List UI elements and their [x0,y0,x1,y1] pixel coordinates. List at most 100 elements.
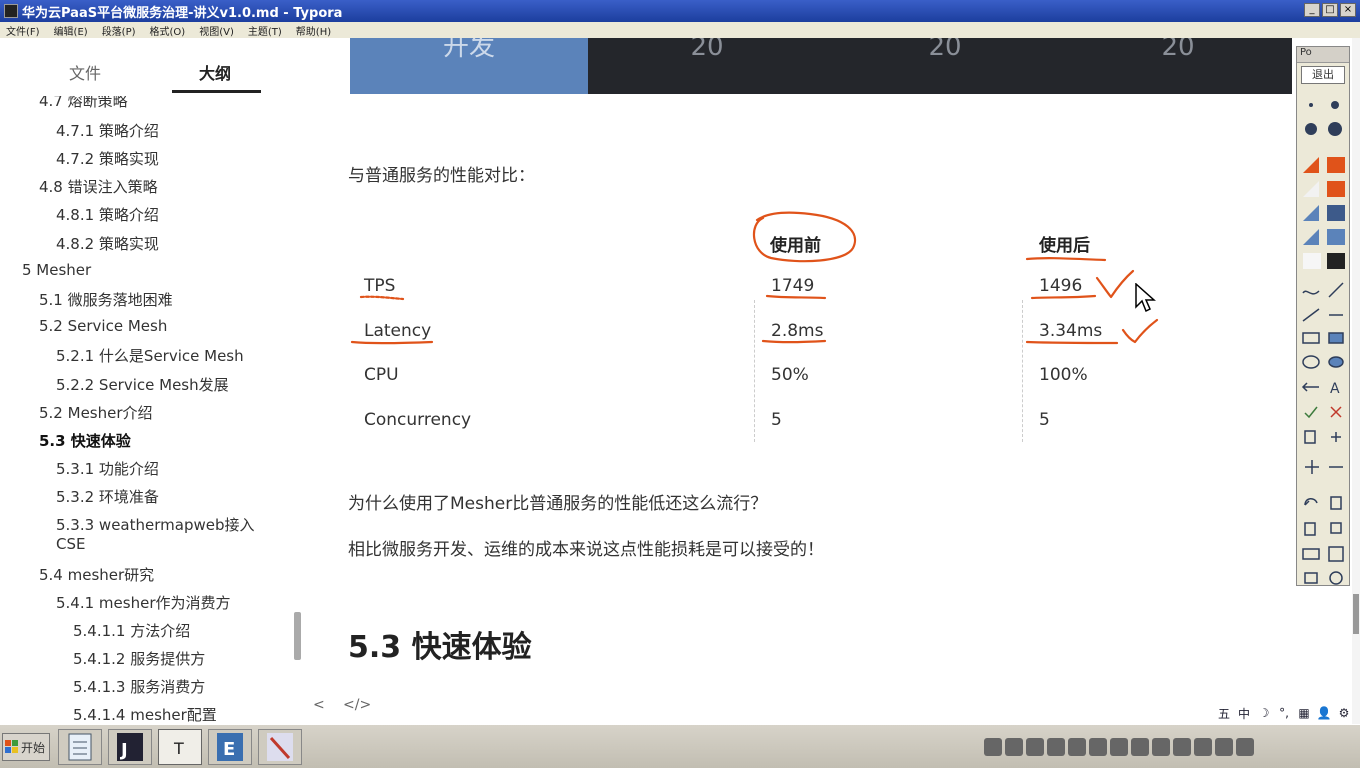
cell-concurrency-before: 5 [771,410,782,430]
menu-bar: 文件(F) 编辑(E) 段落(P) 格式(O) 视图(V) 主题(T) 帮助(H… [0,22,1360,38]
ime-mode-icon[interactable]: 五 [1216,705,1232,722]
check-tool-icon [1304,406,1318,419]
outline-item[interactable]: 4.8 错误注入策略 [39,176,158,197]
outline-item-continued[interactable]: CSE [56,535,85,553]
outline-item[interactable]: 4.7 熔断策略 [39,96,128,111]
cell-cpu-before: 50% [771,365,809,385]
close-button[interactable]: × [1340,3,1356,17]
ime-user-icon[interactable]: 👤 [1316,706,1332,720]
menu-file[interactable]: 文件(F) [6,23,40,38]
outline-item[interactable]: 4.7.2 策略实现 [56,148,159,169]
outline-item-active[interactable]: 5.3 快速体验 [39,430,131,451]
answer-text: 相比微服务开发、运维的成本来说这点性能损耗是可以接受的！ [348,540,824,560]
e-app-icon: E [217,733,243,761]
maximize-button[interactable]: □ [1322,3,1338,17]
taskbar-app-e[interactable]: E [208,729,252,765]
ime-punct-icon[interactable]: °, [1276,706,1292,720]
content-scrollbar[interactable] [1352,38,1360,724]
content-scrollbar-thumb[interactable] [1353,594,1359,634]
taskbar-app-typora[interactable]: T [158,729,202,765]
tray-app-icon[interactable] [1215,738,1233,756]
outline-item[interactable]: 5.4.1 mesher作为消费方 [56,592,231,613]
tray-app-icon[interactable] [1026,738,1044,756]
svg-text:T: T [173,739,184,758]
tray-app-icon[interactable] [1047,738,1065,756]
outline-item[interactable]: 4.8.1 策略介绍 [56,204,159,225]
outline-item[interactable]: 5.4.1.2 服务提供方 [73,648,205,669]
menu-theme[interactable]: 主题(T) [248,23,282,38]
outline-item[interactable]: 5.3.3 weathermapweb接入 [56,514,255,535]
outline-item[interactable]: 4.8.2 策略实现 [56,233,159,254]
outline-item[interactable]: 5.3.1 功能介绍 [56,458,159,479]
cell-latency-after: 3.34ms [1039,321,1103,341]
underline-tps-before [765,294,827,300]
tray-app-icon[interactable] [1173,738,1191,756]
outline-item[interactable]: 5.4.1.1 方法介绍 [73,620,190,641]
menu-format[interactable]: 格式(O) [150,23,186,38]
outline-item[interactable]: 5.1 微服务落地困难 [39,289,173,310]
back-button[interactable]: < [313,697,325,713]
tray-app-icon[interactable] [1089,738,1107,756]
pen-tool-palette: Po 退出 A [1296,46,1350,586]
underline-latency [350,340,434,345]
taskbar: 开始 J T E [0,724,1360,768]
outline-item[interactable]: 5.2 Service Mesh [39,317,167,335]
svg-text:E: E [223,739,235,760]
row-label-tps: TPS [364,276,396,296]
ime-keyboard-icon[interactable]: ▦ [1296,706,1312,720]
windows-logo-icon [5,740,18,753]
tray-bluetooth-icon[interactable] [1131,738,1149,756]
outline-item[interactable]: 5.2.1 什么是Service Mesh [56,345,244,366]
cross-tool-icon [1330,406,1342,418]
outline-item[interactable]: 5.4.1.3 服务消费方 [73,676,205,697]
outline-list: 4.7 熔断策略 4.7.1 策略介绍 4.7.2 策略实现 4.8 错误注入策… [0,96,290,724]
taskbar-app-editor[interactable] [58,729,102,765]
tray-ime-icon[interactable] [984,738,1002,756]
sidebar: 文件 大纲 4.7 熔断策略 4.7.1 策略介绍 4.7.2 策略实现 4.8… [0,38,305,724]
tab-files[interactable]: 文件 [69,60,101,84]
ime-settings-icon[interactable]: ⚙ [1336,706,1352,720]
outline-item[interactable]: 5 Mesher [22,261,91,279]
tray-app-icon[interactable] [1110,738,1128,756]
filled-ellipse-icon [1328,356,1344,368]
active-tab-indicator [172,90,261,93]
tab-outline[interactable]: 大纲 [199,60,231,84]
cell-tps-after: 1496 [1039,276,1083,296]
menu-edit[interactable]: 编辑(E) [54,23,88,38]
tool-icons: A [1301,101,1345,585]
tray-app-icon[interactable] [1236,738,1254,756]
sidebar-scrollbar[interactable] [294,612,301,660]
source-code-toggle[interactable]: </> [343,697,371,713]
underline-latency-after [1025,340,1119,345]
taskbar-app-jetbrains[interactable]: J [108,729,152,765]
minimize-button[interactable]: _ [1304,3,1320,17]
intellij-icon: J [117,733,143,761]
plus-icon [1305,460,1319,474]
start-button[interactable]: 开始 [2,733,50,761]
typora-app-icon [4,4,18,18]
question-text: 为什么使用了Mesher比普通服务的性能低还这么流行？ [348,494,768,514]
column-divider [1022,300,1023,442]
copy-icon [1330,522,1342,534]
tray-app-icon[interactable] [1152,738,1170,756]
tray-network-icon[interactable] [1005,738,1023,756]
compare-intro-text: 与普通服务的性能对比： [348,166,535,186]
taskbar-app-draw[interactable] [258,729,302,765]
outline-item[interactable]: 5.3.2 环境准备 [56,486,159,507]
menu-help[interactable]: 帮助(H) [296,23,331,38]
outline-item[interactable]: 5.2 Mesher介绍 [39,402,153,423]
menu-paragraph[interactable]: 段落(P) [102,23,136,38]
tray-volume-icon[interactable] [1194,738,1212,756]
tray-app-icon[interactable] [1068,738,1086,756]
cell-cpu-after: 100% [1039,365,1088,385]
outline-item[interactable]: 5.4.1.4 mesher配置 [73,704,217,724]
ime-halfwidth-icon[interactable]: ☽ [1256,706,1272,720]
exit-button[interactable]: 退出 [1301,66,1345,84]
outline-item[interactable]: 4.7.1 策略介绍 [56,120,159,141]
table-row-highlight: 开发 20 20 20 [350,38,1292,94]
ime-lang-toggle[interactable]: 中 [1236,705,1252,722]
row-label-concurrency: Concurrency [364,410,472,430]
outline-item[interactable]: 5.2.2 Service Mesh发展 [56,374,229,395]
menu-view[interactable]: 视图(V) [199,23,234,38]
outline-item[interactable]: 5.4 mesher研究 [39,564,154,585]
